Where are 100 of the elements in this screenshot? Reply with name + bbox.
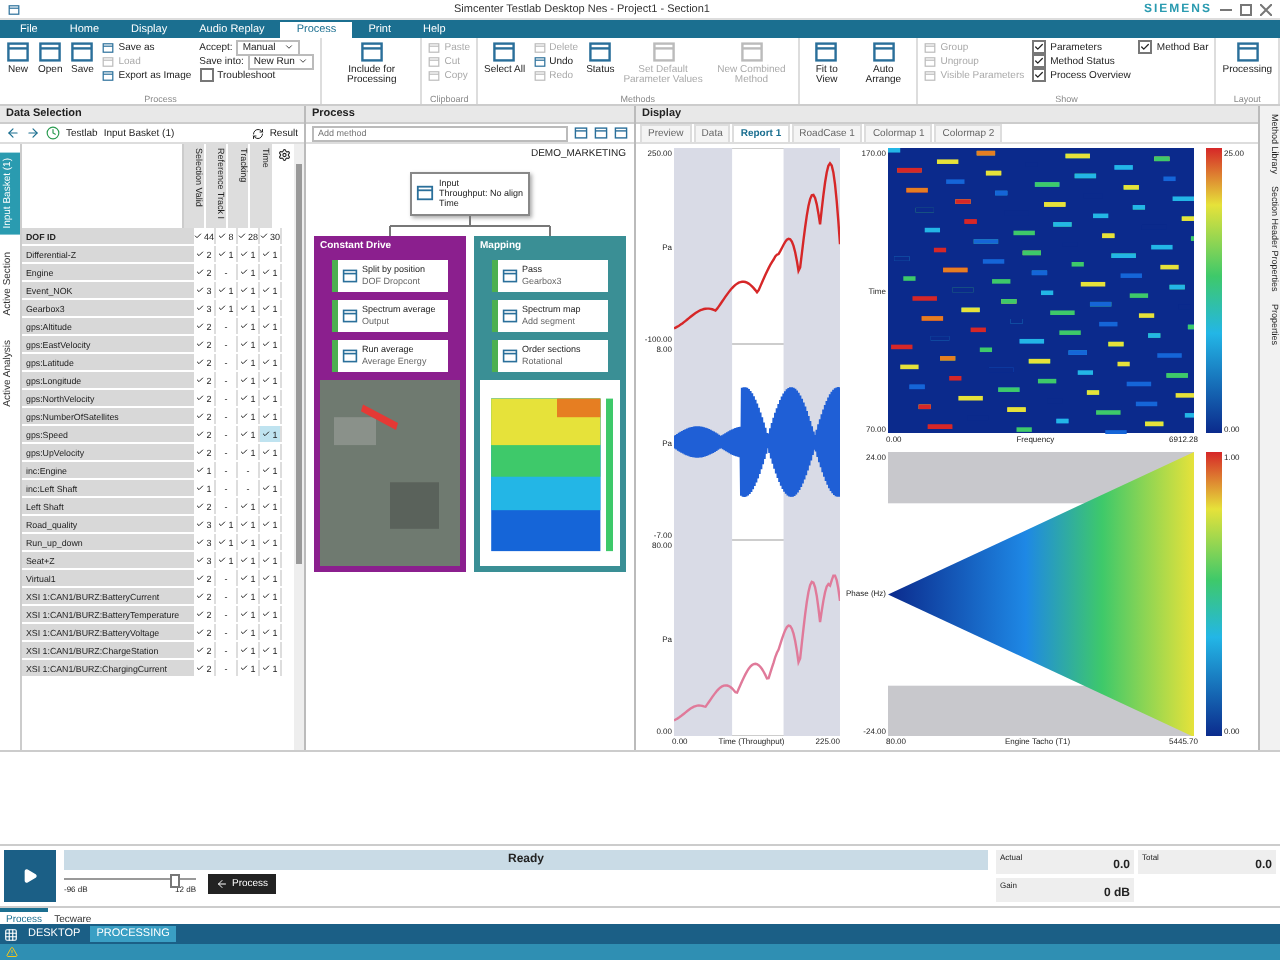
maximize-icon[interactable] bbox=[1240, 3, 1252, 15]
check-icon bbox=[196, 250, 205, 258]
checkbox[interactable] bbox=[1032, 68, 1047, 82]
checkbox[interactable] bbox=[1032, 40, 1047, 54]
check-icon bbox=[240, 592, 249, 600]
scrollbar-thumb[interactable] bbox=[296, 164, 302, 564]
window-icon bbox=[588, 40, 613, 64]
check-icon bbox=[262, 574, 271, 582]
check-icon bbox=[240, 574, 249, 582]
check-icon bbox=[196, 538, 205, 546]
check-icon bbox=[218, 304, 227, 312]
check-icon bbox=[262, 286, 271, 294]
window-icon bbox=[70, 40, 95, 64]
forward-icon[interactable] bbox=[26, 126, 40, 140]
check-icon bbox=[240, 412, 249, 420]
window-icon bbox=[492, 40, 517, 64]
check-icon bbox=[240, 628, 249, 636]
check-icon bbox=[262, 484, 271, 492]
back-icon[interactable] bbox=[6, 126, 20, 140]
check-icon bbox=[196, 268, 205, 276]
check-icon bbox=[262, 394, 271, 402]
minimize-icon[interactable] bbox=[1220, 3, 1232, 15]
checkbox[interactable] bbox=[199, 68, 214, 82]
check-icon bbox=[196, 466, 205, 474]
check-icon bbox=[218, 520, 227, 528]
check-icon bbox=[262, 376, 271, 384]
check-icon bbox=[196, 556, 205, 564]
window-icon bbox=[1235, 40, 1260, 64]
check-icon bbox=[260, 232, 268, 240]
check-icon bbox=[262, 322, 271, 330]
check-icon bbox=[218, 232, 227, 240]
window-icon bbox=[6, 40, 30, 64]
checkbox[interactable] bbox=[1138, 40, 1153, 54]
back-arrow-icon bbox=[216, 878, 228, 890]
check-icon bbox=[196, 574, 205, 582]
check-icon bbox=[240, 304, 249, 312]
check-icon bbox=[262, 556, 271, 564]
check-icon bbox=[196, 484, 205, 492]
check-icon bbox=[240, 610, 249, 618]
check-icon bbox=[262, 664, 271, 672]
check-icon bbox=[240, 502, 249, 510]
check-icon bbox=[196, 592, 205, 600]
check-icon bbox=[240, 358, 249, 366]
check-icon bbox=[262, 412, 271, 420]
check-icon bbox=[262, 520, 271, 528]
check-icon bbox=[240, 430, 249, 438]
check-icon bbox=[262, 466, 271, 474]
check-icon bbox=[240, 322, 249, 330]
check-icon bbox=[196, 394, 205, 402]
slider-thumb[interactable] bbox=[169, 874, 180, 888]
clock-icon[interactable] bbox=[46, 126, 60, 140]
check-icon bbox=[240, 646, 249, 654]
check-icon bbox=[196, 286, 205, 294]
check-icon bbox=[196, 430, 205, 438]
check-icon bbox=[240, 250, 249, 258]
settings-icon[interactable] bbox=[277, 148, 291, 162]
check-icon bbox=[196, 646, 205, 654]
check-icon bbox=[262, 592, 271, 600]
window-icon bbox=[359, 40, 384, 64]
check-icon bbox=[240, 340, 249, 348]
check-icon bbox=[196, 412, 205, 420]
check-icon bbox=[196, 448, 205, 456]
check-icon bbox=[262, 610, 271, 618]
apps-grid-icon[interactable] bbox=[4, 927, 18, 941]
check-icon bbox=[240, 286, 249, 294]
check-icon bbox=[196, 376, 205, 384]
check-icon bbox=[240, 394, 249, 402]
check-icon bbox=[240, 376, 249, 384]
check-icon bbox=[218, 286, 227, 294]
check-icon bbox=[196, 340, 205, 348]
close-icon[interactable] bbox=[1260, 3, 1272, 15]
check-icon bbox=[218, 538, 227, 546]
check-icon bbox=[240, 268, 249, 276]
warning-icon bbox=[6, 946, 18, 958]
check-icon bbox=[238, 232, 246, 240]
check-icon bbox=[262, 268, 271, 276]
window-icon bbox=[871, 40, 896, 64]
check-icon bbox=[240, 664, 249, 672]
refresh-icon[interactable] bbox=[251, 127, 264, 139]
check-icon bbox=[218, 556, 227, 564]
check-icon bbox=[194, 232, 202, 240]
window-icon bbox=[38, 40, 63, 64]
window-icon bbox=[739, 40, 764, 64]
window-icon bbox=[651, 40, 676, 64]
check-icon bbox=[262, 430, 271, 438]
check-icon bbox=[240, 556, 249, 564]
check-icon bbox=[262, 628, 271, 636]
play-icon bbox=[22, 868, 38, 884]
check-icon bbox=[262, 250, 271, 258]
checkbox[interactable] bbox=[1032, 54, 1047, 68]
play-button[interactable] bbox=[4, 850, 56, 902]
check-icon bbox=[262, 304, 271, 312]
window-icon bbox=[814, 40, 839, 64]
check-icon bbox=[240, 520, 249, 528]
check-icon bbox=[240, 448, 249, 456]
check-icon bbox=[262, 646, 271, 654]
check-icon bbox=[196, 304, 205, 312]
check-icon bbox=[262, 502, 271, 510]
check-icon bbox=[218, 250, 227, 258]
check-icon bbox=[196, 520, 205, 528]
